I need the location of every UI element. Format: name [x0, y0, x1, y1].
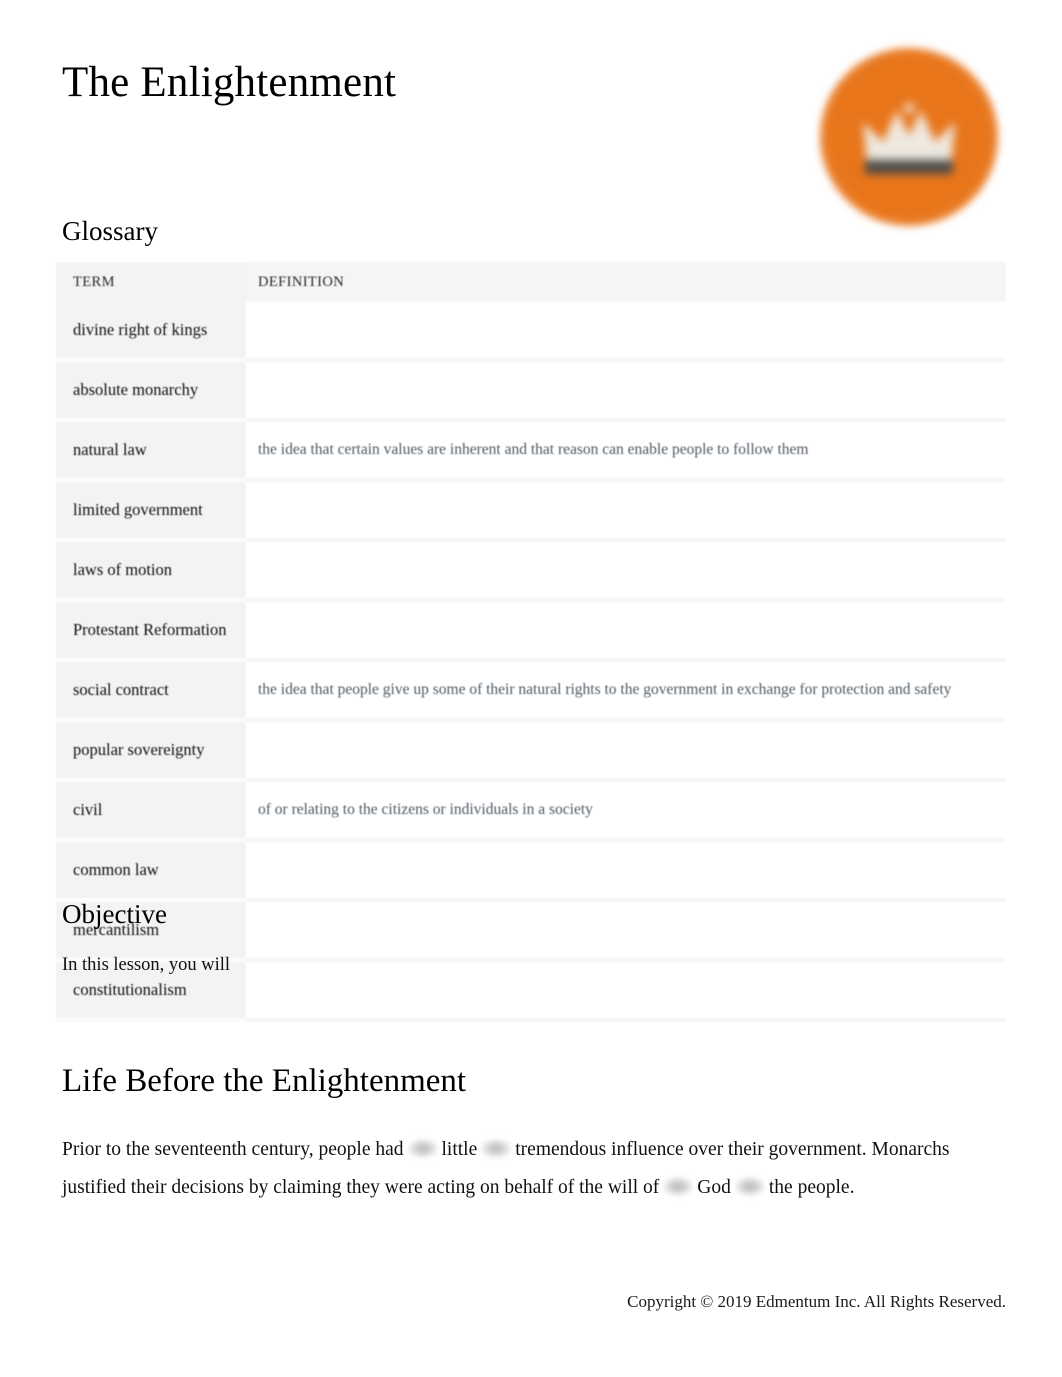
glossary-term-cell: popular sovereignty [56, 720, 246, 782]
table-header-row: TERM DEFINITION [56, 262, 1006, 302]
glossary-definition-cell[interactable] [246, 540, 1006, 602]
glossary-term-cell: natural law [56, 420, 246, 482]
glossary-table-body: divine right of kings absolute monarchy na… [56, 302, 1006, 1022]
table-row: absolute monarchy [56, 360, 1006, 422]
glossary-term-cell: absolute monarchy [56, 360, 246, 422]
column-header-term: TERM [56, 262, 246, 302]
glossary-term-cell: social contract [56, 660, 246, 722]
glossary-term-cell: laws of motion [56, 540, 246, 602]
crown-logo-icon [820, 48, 998, 226]
copyright-notice: Copyright © 2019 Edmentum Inc. All Right… [627, 1292, 1006, 1311]
glossary-definition-cell[interactable] [246, 900, 1006, 962]
glossary-definition-cell[interactable] [246, 360, 1006, 422]
blank-selector-2[interactable] [481, 1139, 512, 1158]
blank-selector-3[interactable] [663, 1177, 694, 1197]
glossary-definition-cell[interactable]: the idea that certain values are inheren… [246, 420, 1006, 482]
glossary-term-cell: limited government [56, 480, 246, 542]
page-title: The Enlightenment [62, 59, 397, 106]
table-row: Protestant Reformation [56, 600, 1006, 662]
table-row: limited government [56, 480, 1006, 542]
table-row: popular sovereignty [56, 720, 1006, 782]
table-row: mercantilism [56, 900, 1006, 962]
glossary-heading: Glossary [62, 216, 158, 246]
glossary-term-cell: divine right of kings [56, 302, 246, 362]
glossary-term-cell: common law [56, 840, 246, 902]
table-row: civil of or relating to the citizens or i… [56, 780, 1006, 842]
document-page: The Enlightenment Glossary TERM DEFINITI… [0, 0, 1062, 1377]
paragraph-choice-little: little [441, 1139, 478, 1160]
glossary-table: TERM DEFINITION divine right of kings abs… [56, 262, 1006, 1022]
glossary-table-container: TERM DEFINITION divine right of kings abs… [56, 262, 1006, 1022]
paragraph-choice-god: God [697, 1177, 731, 1199]
table-row: natural law the idea that certain values … [56, 420, 1006, 482]
crown-shape-icon [863, 102, 955, 174]
glossary-table-head: TERM DEFINITION [56, 262, 1006, 302]
table-row: common law [56, 840, 1006, 902]
glossary-definition-cell[interactable] [246, 600, 1006, 662]
blank-selector-4[interactable] [734, 1177, 765, 1197]
life-before-heading: Life Before the Enlightenment [62, 1063, 467, 1099]
glossary-definition-cell[interactable] [246, 720, 1006, 782]
glossary-definition-cell[interactable] [246, 960, 1006, 1022]
glossary-term-cell: civil [56, 780, 246, 842]
glossary-definition-cell[interactable]: of or relating to the citizens or indivi… [246, 780, 1006, 842]
blank-selector-1[interactable] [407, 1139, 438, 1158]
glossary-term-cell: Protestant Reformation [56, 600, 246, 662]
glossary-definition-cell[interactable]: the idea that people give up some of the… [246, 660, 1006, 722]
paragraph-text-part-5: the people. [768, 1177, 855, 1199]
table-row: divine right of kings [56, 302, 1006, 362]
table-row: social contract the idea that people give… [56, 660, 1006, 722]
objective-text: In this lesson, you will [62, 955, 231, 975]
glossary-definition-cell[interactable] [246, 302, 1006, 362]
glossary-definition-cell[interactable] [246, 840, 1006, 902]
paragraph-text-part-1: Prior to the seventeenth century, people… [62, 1139, 404, 1160]
column-header-definition: DEFINITION [246, 262, 1006, 302]
objective-heading: Objective [62, 899, 167, 929]
life-before-paragraph: Prior to the seventeenth century, people… [62, 1131, 972, 1207]
glossary-definition-cell[interactable] [246, 480, 1006, 542]
table-row: laws of motion [56, 540, 1006, 602]
